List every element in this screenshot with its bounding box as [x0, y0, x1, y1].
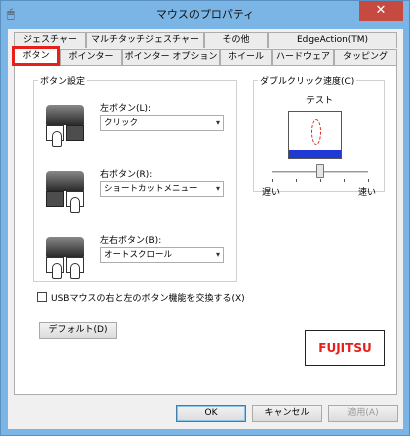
dialog-client-area: ジェスチャー マルチタッチジェスチャー その他 EdgeAction(TM) ボ… [8, 29, 403, 429]
slider-tick [344, 179, 345, 182]
right-button-mouse-illustration [42, 171, 88, 213]
buttons-tab-panel: ボタン設定 左ボタン(L): クリック ▾ 右ボタン(R): ショートカットメニ… [14, 65, 397, 395]
tab-tapping[interactable]: タッピング [334, 49, 397, 65]
right-button-select[interactable]: ショートカットメニュー ▾ [100, 181, 224, 197]
fujitsu-logo: FUJITSU [305, 330, 385, 366]
swap-buttons-checkbox[interactable] [37, 292, 47, 302]
fast-label: 速い [358, 188, 377, 198]
default-button[interactable]: デフォルト(D) [39, 322, 117, 339]
chevron-down-icon: ▾ [215, 250, 220, 259]
tab-pointer-options[interactable]: ポインター オプション [122, 49, 220, 65]
double-click-speed-legend: ダブルクリック速度(C) [260, 77, 355, 87]
left-button-select[interactable]: クリック ▾ [100, 115, 224, 131]
slider-tick [296, 179, 297, 182]
chevron-down-icon: ▾ [215, 184, 220, 193]
button-settings-group: ボタン設定 左ボタン(L): クリック ▾ 右ボタン(R): ショートカットメニ… [33, 74, 237, 282]
right-button-value: ショートカットメニュー [104, 184, 198, 194]
both-buttons-label: 左右ボタン(B): [100, 236, 162, 246]
window-title: マウスのプロパティ [155, 8, 255, 21]
test-floor [289, 150, 341, 158]
swap-buttons-label: USBマウスの右と左のボタン機能を交換する(X) [51, 294, 245, 304]
speed-slider-thumb[interactable] [316, 164, 324, 178]
tab-buttons[interactable]: ボタン [12, 46, 60, 66]
slider-tick [272, 179, 273, 182]
right-button-label: 右ボタン(R): [100, 170, 153, 180]
tab-edgeaction[interactable]: EdgeAction(TM) [268, 32, 397, 48]
left-button-label: 左ボタン(L): [100, 104, 152, 114]
slider-tick [368, 179, 369, 182]
apply-button[interactable]: 適用(A) [328, 405, 398, 422]
cancel-button[interactable]: キャンセル [252, 405, 322, 422]
double-click-speed-group: ダブルクリック速度(C) テスト 遅い 速い [253, 74, 385, 198]
tab-other[interactable]: その他 [204, 32, 268, 48]
tab-hardware[interactable]: ハードウェア [272, 49, 334, 65]
double-click-test-area[interactable] [288, 111, 342, 159]
test-oval-icon [311, 119, 321, 145]
tab-pointer[interactable]: ポインター [60, 49, 122, 65]
left-button-value: クリック [104, 118, 139, 128]
tab-wheel[interactable]: ホイール [220, 49, 272, 65]
both-buttons-value: オートスクロール [104, 250, 173, 260]
chevron-down-icon: ▾ [215, 118, 220, 127]
close-button[interactable]: ✕ [359, 1, 403, 21]
slider-tick [320, 179, 321, 182]
title-bar: 🖱 マウスのプロパティ ✕ [1, 1, 409, 29]
button-settings-legend: ボタン設定 [40, 77, 86, 87]
ok-button[interactable]: OK [176, 405, 246, 422]
test-label: テスト [306, 96, 334, 106]
tab-multitouch-gesture[interactable]: マルチタッチジェスチャー [86, 32, 204, 48]
both-buttons-mouse-illustration [42, 237, 88, 279]
both-buttons-select[interactable]: オートスクロール ▾ [100, 247, 224, 263]
slow-label: 遅い [262, 188, 281, 198]
left-button-mouse-illustration [42, 105, 88, 147]
mouse-properties-window: 🖱 マウスのプロパティ ✕ ジェスチャー マルチタッチジェスチャー その他 Ed… [0, 0, 410, 436]
